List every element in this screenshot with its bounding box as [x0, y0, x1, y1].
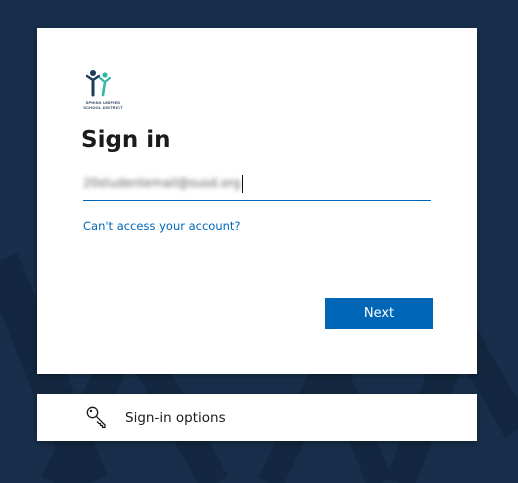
- org-logo: SPHINX UNIFIED SCHOOL DISTRICT: [81, 68, 125, 112]
- signin-options-button[interactable]: Sign-in options: [37, 394, 477, 441]
- signin-options-label: Sign-in options: [125, 410, 226, 426]
- page-title: Sign in: [81, 127, 171, 153]
- org-logo-text: SPHINX UNIFIED SCHOOL DISTRICT: [83, 100, 123, 110]
- text-cursor: [242, 175, 243, 193]
- signin-card: SPHINX UNIFIED SCHOOL DISTRICT Sign in 2…: [37, 28, 477, 374]
- next-button[interactable]: Next: [325, 298, 433, 329]
- cant-access-account-link[interactable]: Can't access your account?: [83, 219, 241, 233]
- email-value: 20studentemail@susd.org: [83, 176, 241, 190]
- key-icon: [86, 406, 106, 429]
- stick-figures-logo-icon: [85, 70, 112, 97]
- email-field[interactable]: 20studentemail@susd.org: [83, 170, 431, 201]
